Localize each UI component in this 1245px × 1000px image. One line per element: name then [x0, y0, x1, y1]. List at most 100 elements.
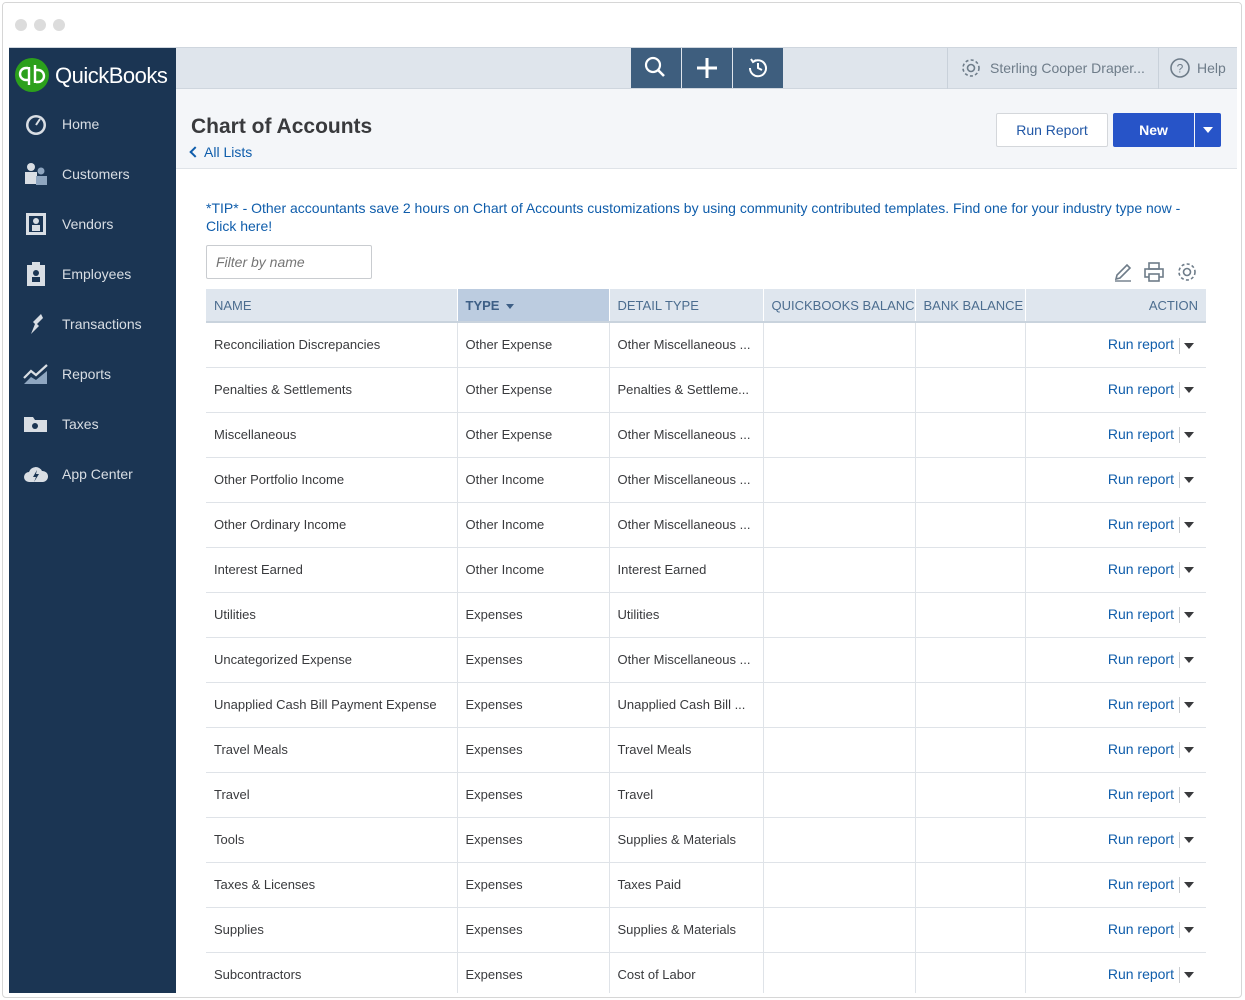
run-report-link[interactable]: Run report [1108, 516, 1174, 532]
table-row[interactable]: Reconciliation Discrepancies Other Expens… [206, 322, 1206, 368]
table-row[interactable]: Interest Earned Other Income Interest Earn… [206, 547, 1206, 593]
action-dropdown-caret-icon[interactable] [1184, 837, 1194, 844]
new-button[interactable]: New [1113, 113, 1194, 147]
run-report-link[interactable]: Run report [1108, 966, 1174, 982]
chart-icon [23, 362, 49, 386]
table-settings-gear-icon[interactable] [1176, 261, 1198, 283]
sidebar-item-employees[interactable]: Employees [9, 254, 176, 294]
run-report-link[interactable]: Run report [1108, 336, 1174, 352]
cell-action: Run report [1025, 322, 1206, 368]
action-dropdown-caret-icon[interactable] [1184, 747, 1194, 754]
table-row[interactable]: Penalties & Settlements Other Expense Pena… [206, 367, 1206, 413]
clipboard-icon [23, 262, 49, 286]
cell-quickbooks-balance [763, 772, 916, 818]
run-report-link[interactable]: Run report [1108, 696, 1174, 712]
column-header-detail-type[interactable]: DETAIL TYPE [609, 289, 764, 323]
table-row[interactable]: Tools Expenses Supplies & Materials Run rep… [206, 817, 1206, 863]
run-report-link[interactable]: Run report [1108, 561, 1174, 577]
sidebar-item-transactions[interactable]: Transactions [9, 304, 176, 344]
table-row[interactable]: Other Ordinary Income Other Income Other M… [206, 502, 1206, 548]
action-dropdown-caret-icon[interactable] [1184, 972, 1194, 979]
cell-type: Other Income [457, 457, 610, 503]
quickbooks-logo[interactable]: QuickBooks [15, 58, 176, 94]
action-dropdown-caret-icon[interactable] [1184, 522, 1194, 529]
sidebar-item-customers[interactable]: Customers [9, 154, 176, 194]
action-dropdown-caret-icon[interactable] [1184, 432, 1194, 439]
run-report-link[interactable]: Run report [1108, 426, 1174, 442]
new-dropdown-button[interactable] [1195, 113, 1221, 147]
sidebar-item-taxes[interactable]: Taxes [9, 404, 176, 444]
gear-icon [960, 57, 982, 84]
run-report-link[interactable]: Run report [1108, 606, 1174, 622]
cell-quickbooks-balance [763, 322, 916, 368]
sidebar-item-vendors[interactable]: Vendors [9, 204, 176, 244]
action-dropdown-caret-icon[interactable] [1184, 702, 1194, 709]
run-report-link[interactable]: Run report [1108, 471, 1174, 487]
create-button[interactable] [682, 48, 732, 88]
action-divider [1179, 337, 1180, 354]
column-header-quickbooks-balance[interactable]: QUICKBOOKS BALANCE [763, 289, 916, 323]
cell-quickbooks-balance [763, 952, 916, 993]
cell-detail-type: Unapplied Cash Bill ... [609, 682, 764, 728]
table-row[interactable]: Taxes & Licenses Expenses Taxes Paid Run re… [206, 862, 1206, 908]
action-dropdown-caret-icon[interactable] [1184, 927, 1194, 934]
cell-type: Other Expense [457, 367, 610, 413]
table-row[interactable]: Uncategorized Expense Expenses Other Misce… [206, 637, 1206, 683]
cell-detail-type: Supplies & Materials [609, 817, 764, 863]
table-row[interactable]: Utilities Expenses Utilities Run report [206, 592, 1206, 638]
all-lists-link[interactable]: All Lists [189, 144, 252, 160]
action-dropdown-caret-icon[interactable] [1184, 612, 1194, 619]
window-zoom-button[interactable] [53, 19, 65, 31]
run-report-link[interactable]: Run report [1108, 831, 1174, 847]
search-button[interactable] [631, 48, 681, 88]
cell-detail-type: Travel [609, 772, 764, 818]
cell-detail-type: Other Miscellaneous ... [609, 322, 764, 368]
column-header-bank-balance[interactable]: BANK BALANCE [915, 289, 1026, 323]
table-row[interactable]: Miscellaneous Other Expense Other Miscella… [206, 412, 1206, 458]
cell-action: Run report [1025, 592, 1206, 638]
run-report-link[interactable]: Run report [1108, 741, 1174, 757]
recent-transactions-button[interactable] [733, 48, 783, 88]
action-dropdown-caret-icon[interactable] [1184, 387, 1194, 394]
table-row[interactable]: Subcontractors Expenses Cost of Labor Run r… [206, 952, 1206, 993]
table-row[interactable]: Supplies Expenses Supplies & Materials Run … [206, 907, 1206, 953]
run-report-button[interactable]: Run Report [996, 113, 1108, 147]
run-report-link[interactable]: Run report [1108, 876, 1174, 892]
action-dropdown-caret-icon[interactable] [1184, 882, 1194, 889]
cell-action: Run report [1025, 682, 1206, 728]
help-button[interactable]: ? Help [1158, 48, 1237, 89]
window-close-button[interactable] [15, 19, 27, 31]
sidebar-item-label: Reports [62, 366, 112, 382]
table-row[interactable]: Unapplied Cash Bill Payment Expense Expen… [206, 682, 1206, 728]
action-dropdown-caret-icon[interactable] [1184, 792, 1194, 799]
edit-icon[interactable] [1112, 261, 1134, 283]
run-report-link[interactable]: Run report [1108, 381, 1174, 397]
folder-icon [23, 412, 49, 436]
company-settings[interactable]: Sterling Cooper Draper... [947, 48, 1158, 89]
column-header-action: ACTION [1025, 289, 1206, 323]
filter-by-name-input[interactable] [206, 245, 372, 279]
caret-down-icon [1203, 127, 1213, 133]
table-row[interactable]: Travel Expenses Travel Run report [206, 772, 1206, 818]
table-row[interactable]: Travel Meals Expenses Travel Meals Run repo… [206, 727, 1206, 773]
action-dropdown-caret-icon[interactable] [1184, 567, 1194, 574]
cell-action: Run report [1025, 457, 1206, 503]
action-dropdown-caret-icon[interactable] [1184, 342, 1194, 349]
table-row[interactable]: Other Portfolio Income Other Income Other … [206, 457, 1206, 503]
action-dropdown-caret-icon[interactable] [1184, 477, 1194, 484]
column-header-type[interactable]: TYPE [457, 289, 610, 323]
action-dropdown-caret-icon[interactable] [1184, 657, 1194, 664]
run-report-link[interactable]: Run report [1108, 921, 1174, 937]
sidebar-item-reports[interactable]: Reports [9, 354, 176, 394]
window-minimize-button[interactable] [34, 19, 46, 31]
cell-type: Expenses [457, 952, 610, 993]
run-report-link[interactable]: Run report [1108, 786, 1174, 802]
sidebar-item-home[interactable]: Home [9, 104, 176, 144]
cell-action: Run report [1025, 817, 1206, 863]
column-header-name[interactable]: NAME [206, 289, 458, 323]
sidebar-item-label: Taxes [62, 416, 99, 432]
tip-banner-link[interactable]: *TIP* - Other accountants save 2 hours o… [206, 199, 1206, 235]
print-icon[interactable] [1143, 261, 1165, 283]
run-report-link[interactable]: Run report [1108, 651, 1174, 667]
sidebar-item-app-center[interactable]: App Center [9, 454, 176, 494]
